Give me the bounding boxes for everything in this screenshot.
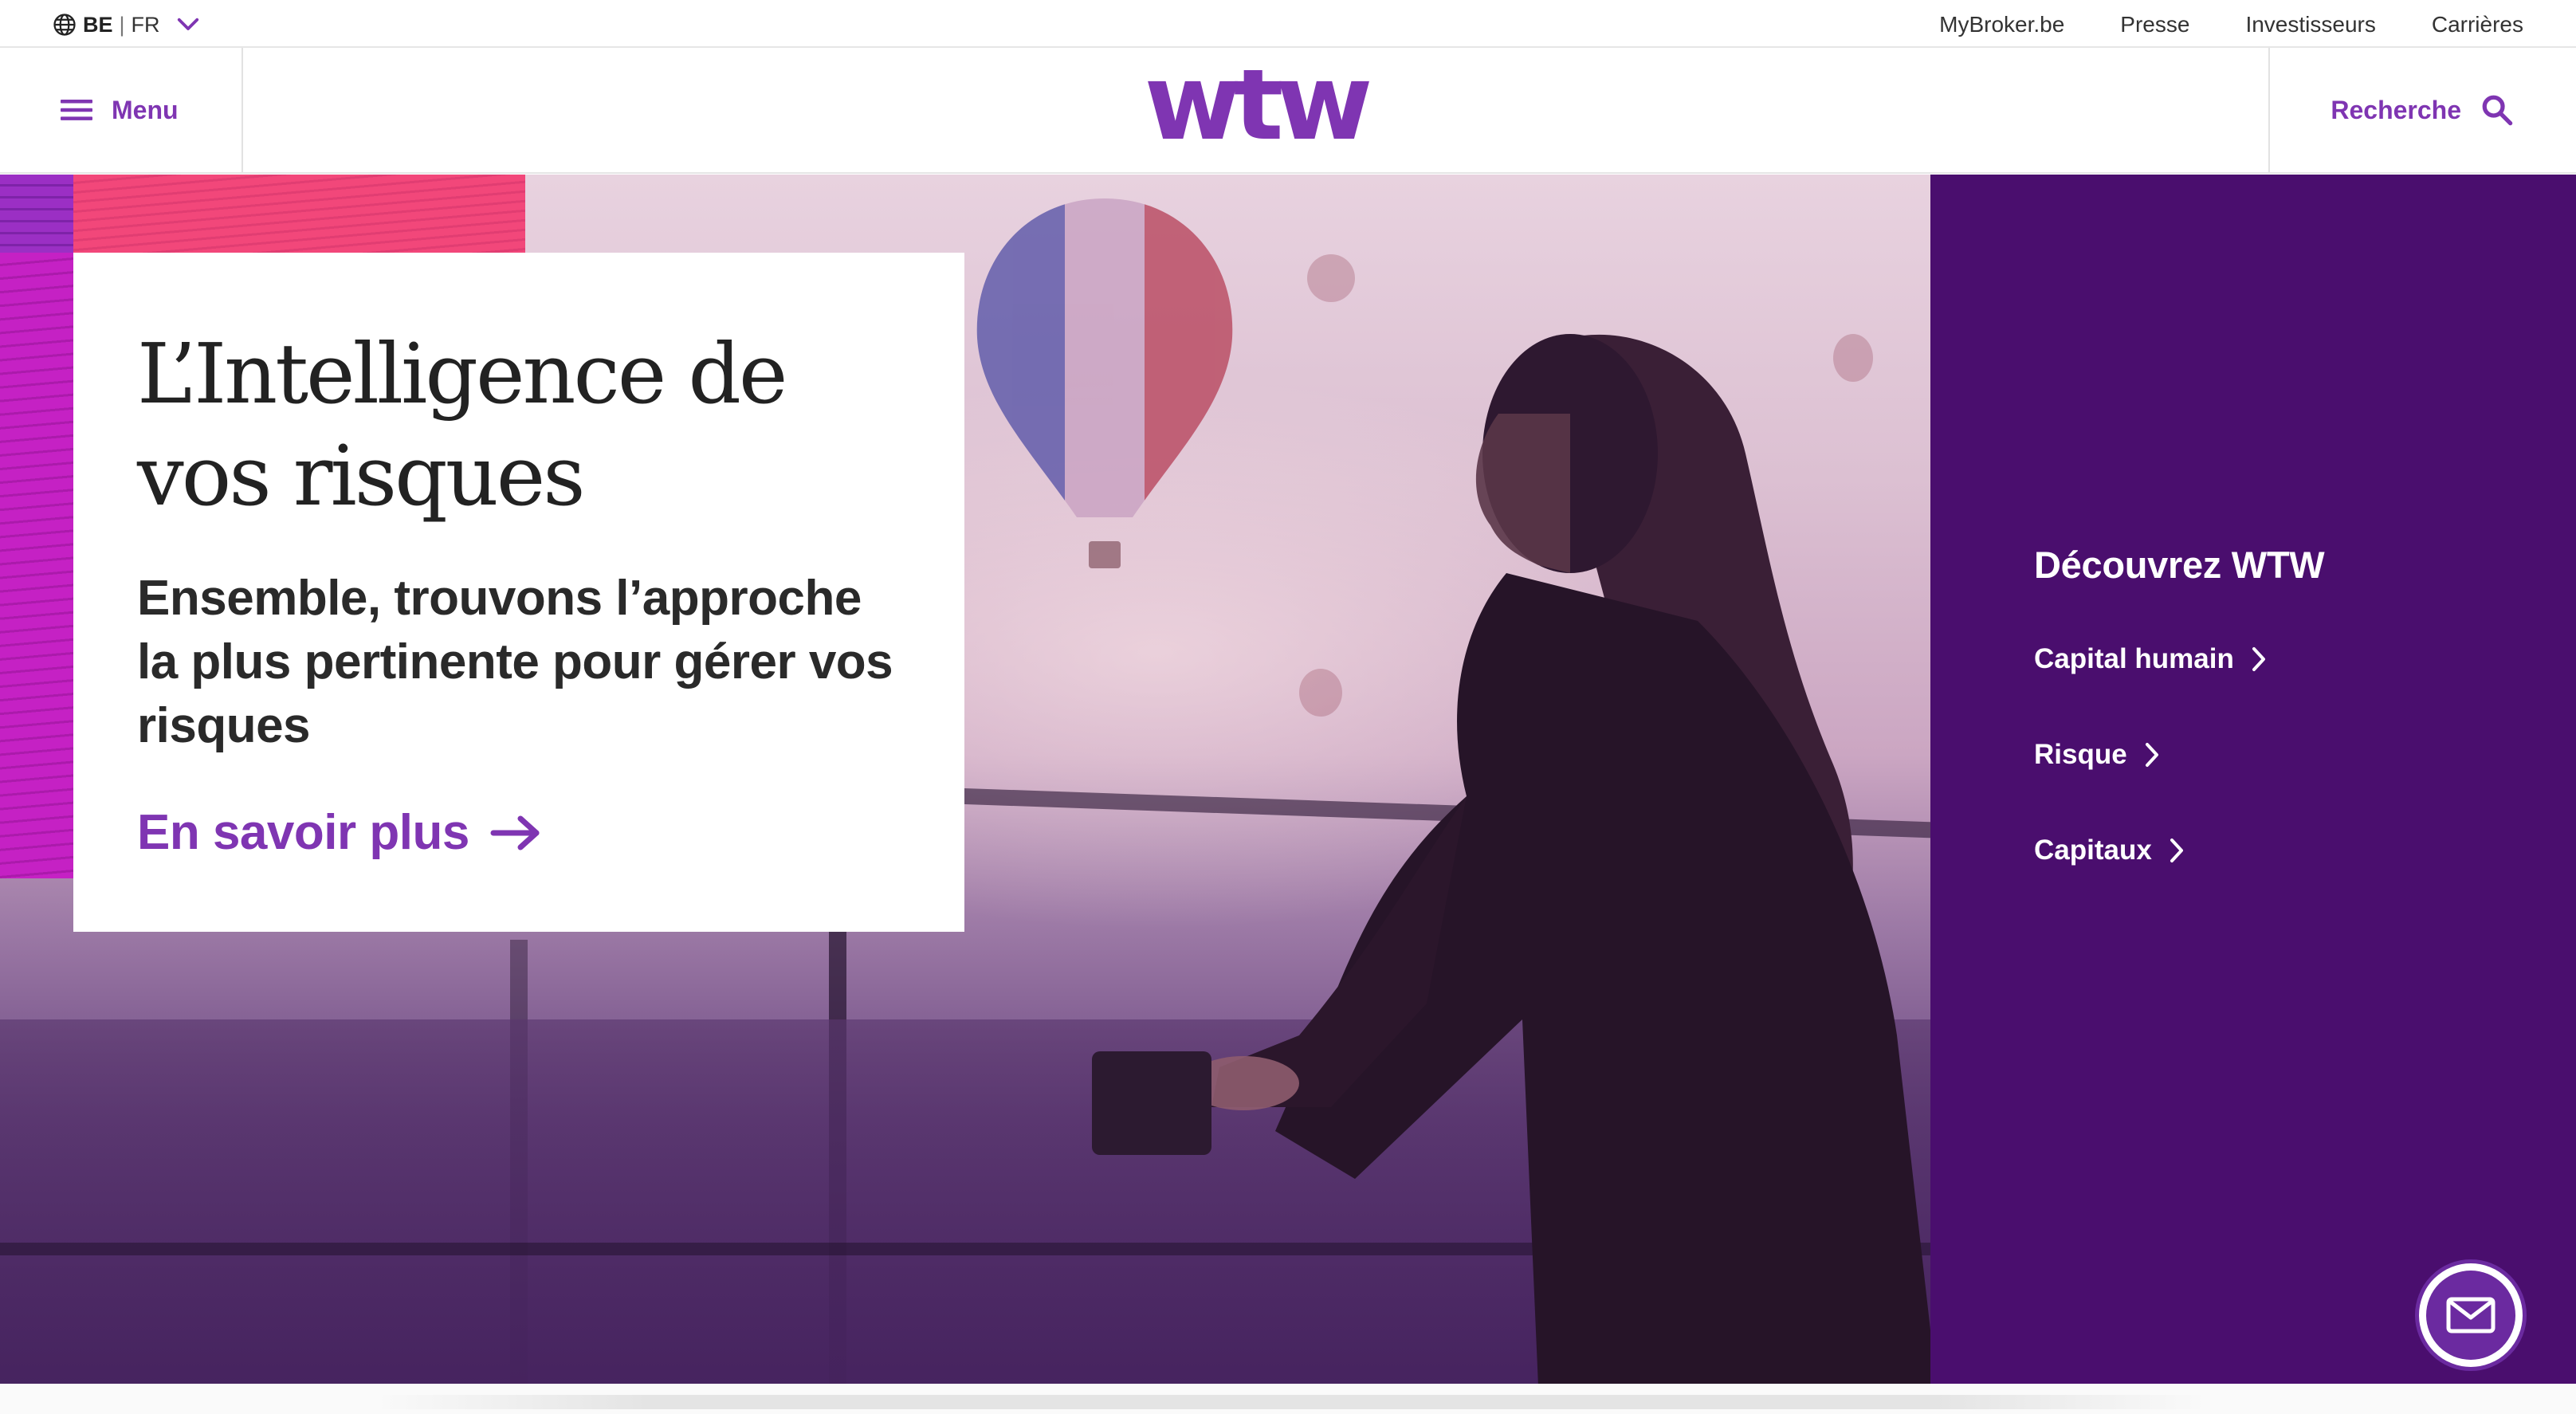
hamburger-icon (61, 100, 92, 120)
link-investisseurs[interactable]: Investisseurs (2245, 12, 2375, 37)
locale-country: BE (83, 12, 113, 37)
hero-title: L’Intelligence de vos risques (137, 325, 787, 524)
small-balloon (1307, 254, 1355, 302)
locale-separator: | (119, 12, 125, 37)
utility-links: MyBroker.be Presse Investisseurs Carrièr… (1939, 10, 2523, 40)
learn-more-label: En savoir plus (137, 805, 469, 860)
hero-section: L’Intelligence de vos risques Ensemble, … (0, 175, 1930, 1384)
hero-lead: Ensemble, trouvons l’approche la plus pe… (137, 571, 893, 753)
discover-link-label: Risque (2034, 739, 2127, 770)
link-capitaux[interactable]: Capitaux (2034, 835, 2185, 866)
utility-bar: BE | FR MyBroker.be Presse Investisseurs… (0, 0, 2576, 48)
mail-icon (2446, 1297, 2496, 1333)
link-risque[interactable]: Risque (2034, 739, 2161, 771)
locale-selector[interactable]: BE | FR (53, 10, 200, 40)
menu-button[interactable]: Menu (0, 48, 243, 172)
hero-card: L’Intelligence de vos risques Ensemble, … (73, 253, 964, 932)
link-mybroker[interactable]: MyBroker.be (1939, 12, 2064, 37)
accent-stripe-pink (73, 175, 525, 253)
bottom-strip (0, 1384, 2576, 1414)
link-presse[interactable]: Presse (2120, 12, 2189, 37)
accent-stripe-purple (0, 175, 73, 253)
learn-more-link[interactable]: En savoir plus (137, 804, 541, 861)
accent-stripe-magenta (0, 253, 73, 878)
chevron-right-icon (2145, 743, 2158, 767)
discover-link-label: Capitaux (2034, 835, 2152, 866)
discover-link-label: Capital humain (2034, 643, 2234, 674)
menu-label: Menu (112, 95, 179, 124)
chevron-right-icon (2170, 839, 2183, 862)
locale-language: FR (131, 12, 160, 37)
discover-panel: Découvrez WTW Capital humain Risque Capi… (1930, 175, 2576, 1384)
chevron-right-icon (2252, 647, 2265, 671)
contact-button[interactable] (2415, 1259, 2527, 1371)
link-capital-humain[interactable]: Capital humain (2034, 643, 2268, 675)
bottom-shadow (375, 1395, 2208, 1409)
search-icon (2482, 95, 2513, 126)
search-button[interactable]: Recherche (2268, 48, 2576, 172)
chevron-down-icon (177, 18, 198, 30)
globe-icon (53, 14, 76, 36)
search-label: Recherche (2331, 95, 2461, 124)
discover-heading: Découvrez WTW (2034, 544, 2325, 586)
link-carrieres[interactable]: Carrières (2432, 12, 2523, 37)
contact-button-inner (2426, 1271, 2515, 1360)
arrow-right-icon (490, 815, 540, 850)
logo-text: wtw (1145, 70, 1370, 153)
main-header: Menu wtw Recherche (0, 48, 2576, 174)
woman-silhouette (1092, 334, 1930, 1384)
wtw-logo[interactable]: wtw (1129, 70, 1380, 153)
